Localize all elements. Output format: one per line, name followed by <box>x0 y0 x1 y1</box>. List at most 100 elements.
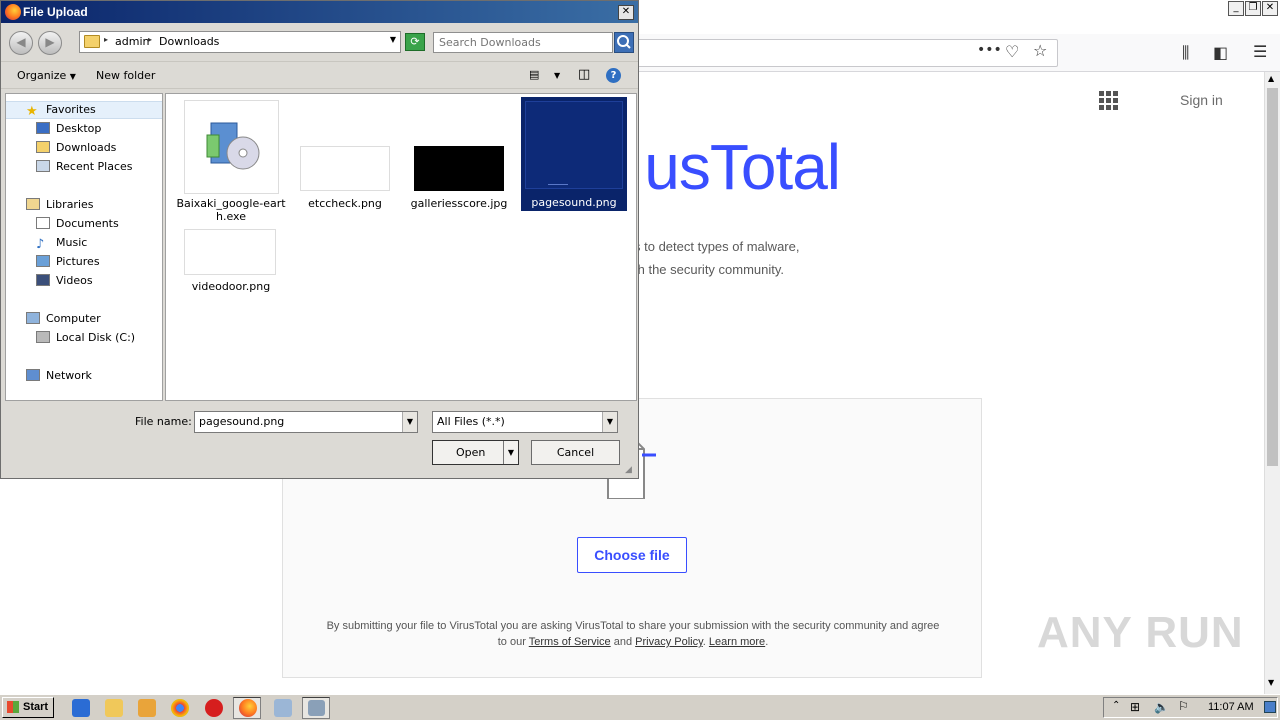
search-input[interactable] <box>433 32 613 53</box>
terms-of-service-link[interactable]: Terms of Service <box>529 636 611 648</box>
search-icon[interactable] <box>614 32 634 53</box>
scroll-down-icon[interactable]: ▼ <box>1268 678 1274 687</box>
internet-explorer-icon[interactable] <box>72 699 90 717</box>
chevron-right-icon[interactable]: ▸ <box>104 35 108 44</box>
sidebar-item-videos[interactable]: Videos <box>36 272 93 290</box>
sidebar-item-recent-places[interactable]: Recent Places <box>36 158 133 176</box>
file-type-select[interactable]: All Files (*.*) ▼ <box>432 411 618 433</box>
chevron-down-icon[interactable]: ▼ <box>402 412 417 432</box>
libraries-icon <box>26 198 40 210</box>
learn-more-link[interactable]: Learn more <box>709 636 765 648</box>
restore-button[interactable]: ❐ <box>1245 1 1261 16</box>
sidebar-item-music[interactable]: ♪ Music <box>36 234 87 252</box>
installer-icon <box>184 100 279 194</box>
chevron-down-icon[interactable]: ▼ <box>503 441 518 464</box>
page-scrollbar[interactable]: ▲ ▼ <box>1264 72 1280 694</box>
chevron-down-icon[interactable]: ▼ <box>554 71 560 80</box>
clock[interactable]: 11:07 AM <box>1208 701 1254 713</box>
show-desktop-icon[interactable] <box>1264 701 1276 713</box>
app-task-button[interactable] <box>302 697 330 719</box>
sign-in-link[interactable]: Sign in <box>1180 92 1223 108</box>
sidebar-item-label: Desktop <box>56 122 102 135</box>
sidebar-item-label: Favorites <box>46 103 96 116</box>
breadcrumb-item-downloads[interactable]: Downloads <box>159 35 219 48</box>
url-bar[interactable]: ••• ♡ ☆ <box>630 39 1058 67</box>
sidebar-item-pictures[interactable]: Pictures <box>36 253 100 271</box>
image-thumbnail <box>525 101 623 189</box>
image-thumbnail <box>300 146 390 191</box>
sidebar-item-downloads[interactable]: Downloads <box>36 139 116 157</box>
upload-task-icon[interactable] <box>274 699 292 717</box>
privacy-policy-link[interactable]: Privacy Policy <box>635 636 703 648</box>
anyrun-watermark: ANY RUN <box>1037 608 1244 657</box>
show-hidden-icons-icon[interactable]: ⌃ <box>1112 700 1120 711</box>
sidebar-item-label: Pictures <box>56 255 100 268</box>
sidebar-item-label: Network <box>46 369 92 382</box>
dialog-titlebar[interactable]: File Upload ✕ <box>1 1 638 23</box>
sidebar-item-libraries[interactable]: Libraries <box>26 196 94 214</box>
media-player-icon[interactable] <box>138 699 156 717</box>
bookmark-star-icon[interactable]: ☆ <box>1033 41 1047 60</box>
scroll-up-icon[interactable]: ▲ <box>1268 74 1274 83</box>
page-actions-icon[interactable]: ••• <box>977 42 1002 58</box>
scroll-thumb[interactable] <box>1267 88 1278 466</box>
chevron-right-icon[interactable]: ▸ <box>148 35 152 44</box>
file-name-value: pagesound.png <box>199 415 285 428</box>
file-item-videodoor[interactable]: videodoor.png <box>176 226 286 296</box>
sidebar-item-computer[interactable]: Computer <box>26 310 101 328</box>
firefox-icon <box>239 699 257 717</box>
chrome-icon[interactable] <box>171 699 189 717</box>
open-button[interactable]: Open ▼ <box>432 440 519 465</box>
sidebar-item-desktop[interactable]: Desktop <box>36 120 101 138</box>
view-options-icon[interactable]: ▤ <box>529 68 539 81</box>
preview-pane-icon[interactable]: ◫ <box>578 67 590 82</box>
back-button[interactable]: ◀ <box>9 31 33 55</box>
hamburger-menu-icon[interactable]: ☰ <box>1253 42 1267 61</box>
minimize-button[interactable]: _ <box>1228 1 1244 16</box>
browser-close-button[interactable]: ✕ <box>1262 1 1278 16</box>
help-icon[interactable]: ? <box>606 68 621 83</box>
volume-icon[interactable]: 🔈 <box>1154 700 1169 714</box>
chevron-down-icon[interactable]: ▼ <box>390 35 396 44</box>
music-icon: ♪ <box>36 237 45 252</box>
file-name-field[interactable]: pagesound.png ▼ <box>194 411 418 433</box>
windows-flag-icon <box>7 701 19 713</box>
resize-grip-icon[interactable]: ◢ <box>625 465 632 475</box>
sidebar-item-label: Recent Places <box>56 160 133 173</box>
command-bar: Organize ▼ New folder ▤ ▼ ◫ ? <box>1 61 638 89</box>
action-center-flag-icon[interactable]: ⚐ <box>1178 699 1189 713</box>
start-button[interactable]: Start <box>2 697 54 718</box>
file-name: pagesound.png <box>531 196 617 209</box>
choose-file-button[interactable]: Choose file <box>577 537 687 573</box>
chevron-down-icon: ▼ <box>69 72 76 81</box>
organize-menu[interactable]: Organize ▼ <box>17 69 76 82</box>
file-item-etccheck[interactable]: etccheck.png <box>290 100 400 224</box>
file-upload-dialog: File Upload ✕ ◀ ▶ ▸ admin ▸ Downloads ▼ … <box>0 0 639 479</box>
file-item-baixaki[interactable]: Baixaki_google-eart h.exe <box>176 100 286 224</box>
dialog-close-button[interactable]: ✕ <box>618 5 634 20</box>
refresh-button[interactable]: ⟳ <box>405 33 425 51</box>
file-list: Baixaki_google-eart h.exe etccheck.png g… <box>165 93 637 401</box>
sidebar-item-favorites[interactable]: ★ Favorites <box>26 101 96 119</box>
desktop-icon <box>36 122 50 134</box>
network-tray-icon[interactable]: ⊞ <box>1130 700 1140 714</box>
file-item-galleriesscore[interactable]: galleriesscore.jpg <box>404 100 514 224</box>
sidebar-item-network[interactable]: Network <box>26 367 92 385</box>
sidebar-icon[interactable]: ◧ <box>1213 43 1228 62</box>
sidebar-item-documents[interactable]: Documents <box>36 215 119 233</box>
pocket-icon[interactable]: ♡ <box>1005 42 1019 61</box>
breadcrumb[interactable]: ▸ admin ▸ Downloads ▼ <box>79 31 401 53</box>
apps-grid-icon[interactable] <box>1099 91 1119 111</box>
file-explorer-icon[interactable] <box>105 699 123 717</box>
breadcrumb-item-admin[interactable]: admin <box>115 35 149 48</box>
file-item-pagesound[interactable]: pagesound.png <box>521 97 627 211</box>
opera-icon[interactable] <box>205 699 223 717</box>
firefox-task-button[interactable] <box>233 697 261 719</box>
sidebar-item-local-disk[interactable]: Local Disk (C:) <box>36 329 135 347</box>
forward-button[interactable]: ▶ <box>38 31 62 55</box>
cancel-button[interactable]: Cancel <box>531 440 620 465</box>
new-folder-button[interactable]: New folder <box>96 69 155 82</box>
app-icon <box>308 700 325 716</box>
chevron-down-icon[interactable]: ▼ <box>602 412 617 432</box>
library-icon[interactable]: ⫼ <box>1182 43 1189 63</box>
